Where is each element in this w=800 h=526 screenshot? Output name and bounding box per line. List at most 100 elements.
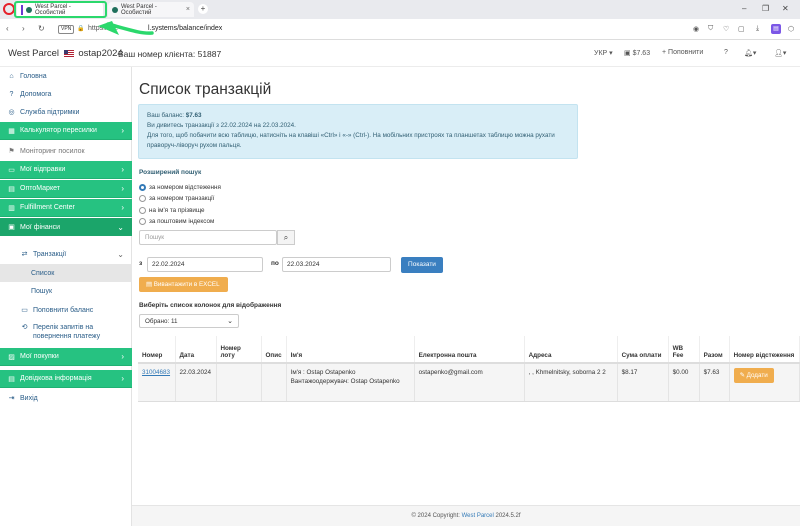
address-bar: ‹ › ↻ VPN 🔒 https://we l.systems/balance/… bbox=[0, 19, 800, 40]
reload-icon[interactable]: ↻ bbox=[38, 24, 45, 33]
cell-lot bbox=[216, 363, 262, 402]
cell-date: 22.03.2024 bbox=[175, 363, 217, 402]
col-name[interactable]: Ім'я bbox=[286, 336, 415, 364]
show-button[interactable]: Показати bbox=[401, 257, 443, 273]
radio-checked-icon[interactable] bbox=[139, 184, 146, 191]
page-title: Список транзакцій bbox=[139, 81, 272, 98]
download-icon[interactable]: ⤓ bbox=[756, 25, 759, 33]
sidebar-item-help[interactable]: ? Допомога bbox=[0, 85, 132, 103]
warehouse-icon: ▥ bbox=[8, 204, 15, 212]
export-excel-button[interactable]: ▤ Вивантажити в EXCEL bbox=[139, 277, 228, 292]
transaction-link[interactable]: 31004683 bbox=[142, 369, 170, 376]
tab-title: West Parcel - Особистий bbox=[121, 3, 157, 16]
brand[interactable]: West Parcel ostap2024 bbox=[8, 48, 123, 59]
col-desc[interactable]: Опис bbox=[261, 336, 287, 364]
search-input[interactable]: Пошук bbox=[139, 230, 277, 245]
sidebar-item-search[interactable]: Пошук bbox=[0, 282, 132, 300]
extension-icon[interactable]: ▤ bbox=[771, 24, 781, 34]
question-icon: ? bbox=[9, 90, 14, 98]
table-hint: Для того, щоб побачити всю таблицю, нати… bbox=[147, 132, 555, 149]
sidebar-item-shipments[interactable]: ▭ Мої відправки › bbox=[0, 161, 132, 179]
new-tab-button[interactable]: + bbox=[198, 4, 208, 14]
chevron-right-icon: › bbox=[121, 203, 124, 212]
maximize-icon[interactable]: ❐ bbox=[762, 4, 769, 13]
user-icon[interactable]: 👤︎▾ bbox=[774, 49, 786, 57]
book-icon: ▤ bbox=[8, 375, 15, 383]
sidebar-item-transactions[interactable]: ⇄ Транзакції ⌄ bbox=[0, 245, 132, 263]
to-label: по bbox=[271, 260, 279, 267]
sidebar-item-monitoring[interactable]: ⚑ Моніторинг посилок bbox=[0, 142, 132, 160]
radio-name[interactable]: на ім'я та прізвище bbox=[139, 207, 205, 214]
cell-number[interactable]: 31004683 bbox=[138, 363, 176, 402]
from-date-input[interactable]: 22.02.2024 bbox=[147, 257, 263, 272]
heart-icon[interactable]: ♡ bbox=[723, 25, 729, 33]
forward-icon[interactable]: › bbox=[22, 24, 25, 33]
search-icon[interactable]: ⌕ bbox=[277, 230, 295, 245]
main-content: Список транзакцій Ваш баланс: $7.63 Ви д… bbox=[132, 67, 800, 526]
help-icon[interactable]: ? bbox=[724, 49, 728, 56]
columns-label: Виберіть список колонок для відображення bbox=[139, 302, 282, 309]
close-tab-icon[interactable]: × bbox=[186, 6, 190, 13]
chevron-right-icon: › bbox=[121, 184, 124, 193]
table-header-row: Номер Дата Номер лоту Опис Ім'я Електрон… bbox=[138, 336, 800, 364]
bell-icon[interactable]: 🔔︎▾ bbox=[744, 49, 756, 57]
card-icon: ▭ bbox=[21, 307, 28, 314]
col-lot[interactable]: Номер лоту bbox=[216, 336, 262, 364]
col-number[interactable]: Номер bbox=[138, 336, 176, 364]
col-email[interactable]: Електронна пошта bbox=[414, 336, 525, 364]
camera-icon[interactable]: ◉ bbox=[693, 25, 699, 33]
puzzle-icon[interactable]: ⬡ bbox=[788, 25, 794, 33]
footer-link[interactable]: West Parcel bbox=[462, 513, 494, 519]
edit-icon: ✎ bbox=[739, 372, 745, 379]
sidebar-item-fulfillment[interactable]: ▥ Fulfillment Center › bbox=[0, 199, 132, 217]
radio-transaction[interactable]: за номером транзакції bbox=[139, 195, 214, 202]
advanced-search-label: Розширений пошук bbox=[139, 169, 202, 176]
radio-tracking[interactable]: за номером відстеження bbox=[139, 184, 221, 191]
box-icon[interactable]: ▢ bbox=[738, 25, 745, 33]
sidebar-item-refund-requests[interactable]: ⟲ Перелік запитів на повернення платежу bbox=[0, 320, 132, 344]
browser-tab-2[interactable]: West Parcel - Особистий × bbox=[108, 2, 194, 17]
lock-icon[interactable]: 🔒 bbox=[77, 25, 84, 32]
radio-icon[interactable] bbox=[139, 195, 146, 202]
col-address[interactable]: Адреса bbox=[524, 336, 618, 364]
sidebar-item-purchases[interactable]: ▨ Мої покупки › bbox=[0, 348, 132, 366]
sidebar-item-finances[interactable]: ▣ Мої фінанси ⌄ bbox=[0, 218, 132, 236]
chevron-down-icon: ⌄ bbox=[117, 249, 124, 259]
vpn-badge[interactable]: VPN bbox=[58, 25, 75, 34]
sidebar-item-reference[interactable]: ▤ Довідкова інформація › bbox=[0, 370, 132, 388]
site-header: West Parcel ostap2024 Ваш номер клієнта:… bbox=[0, 40, 800, 67]
back-icon[interactable]: ‹ bbox=[6, 24, 9, 33]
sidebar-item-support[interactable]: ◎ Служба підтримки bbox=[0, 103, 132, 121]
add-tracking-button[interactable]: ✎ Додати bbox=[733, 368, 774, 383]
chevron-right-icon: › bbox=[121, 165, 124, 174]
topup-link[interactable]: + Поповнити bbox=[662, 49, 703, 56]
minimize-icon[interactable]: – bbox=[742, 4, 746, 13]
shield-icon[interactable]: ⛉ bbox=[708, 25, 713, 33]
url-text[interactable]: https://we l.systems/balance/index bbox=[88, 25, 222, 32]
col-total[interactable]: Разом bbox=[699, 336, 730, 364]
sidebar-item-topup[interactable]: ▭ Поповнити баланс bbox=[0, 301, 132, 319]
col-date[interactable]: Дата bbox=[175, 336, 217, 364]
col-fee[interactable]: WB Fee bbox=[668, 336, 700, 364]
to-date-input[interactable]: 22.03.2024 bbox=[282, 257, 391, 272]
cell-desc bbox=[261, 363, 287, 402]
balance-link[interactable]: ▣ $7.63 bbox=[624, 49, 650, 57]
sidebar-item-home[interactable]: ⌂ Головна bbox=[0, 67, 132, 85]
wallet-icon: ▣ bbox=[624, 50, 631, 57]
calculator-icon: ▦ bbox=[8, 127, 15, 135]
sidebar-item-logout[interactable]: ⇥ Вихід bbox=[0, 389, 132, 407]
radio-postcode[interactable]: за поштовим індексом bbox=[139, 218, 214, 225]
language-dropdown[interactable]: УКР ▾ bbox=[594, 49, 613, 57]
cell-email: ostapenko@gmail.com bbox=[414, 363, 525, 402]
cart-icon: ▤ bbox=[8, 185, 15, 193]
col-tracking[interactable]: Номер відстеження bbox=[729, 336, 800, 364]
close-window-icon[interactable]: ✕ bbox=[782, 4, 789, 13]
col-amount[interactable]: Сума оплати bbox=[617, 336, 669, 364]
sidebar-item-list[interactable]: Список bbox=[0, 264, 132, 282]
radio-icon[interactable] bbox=[139, 207, 146, 214]
table-row: 31004683 22.03.2024 Ім'я : Ostap Ostapen… bbox=[138, 363, 800, 402]
radio-icon[interactable] bbox=[139, 218, 146, 225]
sidebar-item-calculator[interactable]: ▦ Калькулятор пересилки › bbox=[0, 122, 132, 140]
sidebar-item-optomarket[interactable]: ▤ ОптоМаркет › bbox=[0, 180, 132, 198]
columns-select[interactable]: Обрано: 11 ⌄ bbox=[139, 314, 239, 328]
